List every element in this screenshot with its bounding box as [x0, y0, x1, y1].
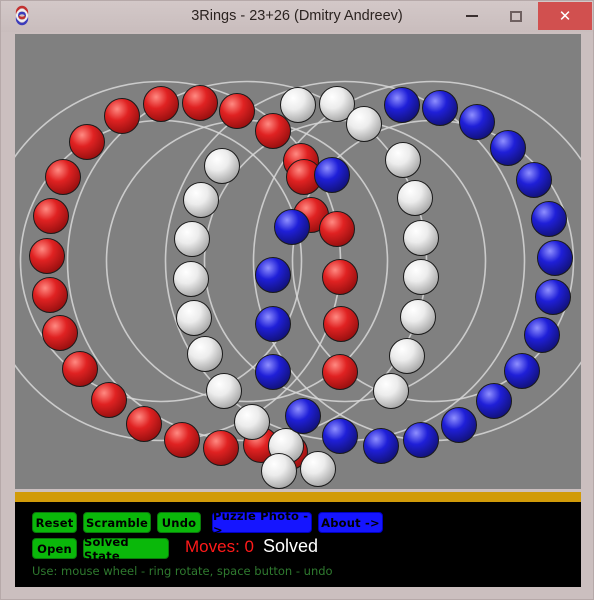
bead[interactable] — [274, 209, 310, 245]
bead[interactable] — [385, 142, 421, 178]
bead[interactable] — [126, 406, 162, 442]
bead[interactable] — [322, 418, 358, 454]
bead[interactable] — [255, 306, 291, 342]
bead[interactable] — [183, 182, 219, 218]
bead[interactable] — [400, 299, 436, 335]
bead[interactable] — [261, 453, 297, 489]
bead[interactable] — [255, 113, 291, 149]
bead[interactable] — [403, 259, 439, 295]
bead[interactable] — [206, 373, 242, 409]
bead[interactable] — [524, 317, 560, 353]
toolbar-row-secondary: Moves: 0 Solved Open Solved State — [15, 535, 581, 563]
bead[interactable] — [403, 220, 439, 256]
reset-button[interactable]: Reset — [32, 512, 77, 533]
bead[interactable] — [363, 428, 399, 464]
bead[interactable] — [397, 180, 433, 216]
moves-counter: Moves: 0 — [185, 537, 254, 557]
bead[interactable] — [459, 104, 495, 140]
bead[interactable] — [255, 257, 291, 293]
puzzle-photo-button[interactable]: Puzzle Photo -> — [212, 509, 312, 537]
bead[interactable] — [29, 238, 65, 274]
bead[interactable] — [516, 162, 552, 198]
scramble-button[interactable]: Scramble — [83, 512, 151, 533]
bead[interactable] — [219, 93, 255, 129]
toolbar-row-hint: Use: mouse wheel - ring rotate, space bu… — [15, 564, 581, 584]
bead[interactable] — [490, 130, 526, 166]
bead[interactable] — [42, 315, 78, 351]
bead[interactable] — [62, 351, 98, 387]
hint-text: Use: mouse wheel - ring rotate, space bu… — [32, 564, 333, 578]
moves-value: 0 — [244, 537, 254, 556]
bead[interactable] — [300, 451, 336, 487]
solved-state-button[interactable]: Solved State — [83, 535, 169, 563]
maximize-icon — [510, 10, 522, 22]
bead[interactable] — [182, 85, 218, 121]
separator-bar — [15, 492, 581, 502]
bead[interactable] — [32, 277, 68, 313]
bead[interactable] — [504, 353, 540, 389]
close-button[interactable]: ✕ — [538, 2, 592, 30]
control-panel: Reset Scramble Undo Puzzle Photo -> About ->… — [15, 502, 581, 587]
bead[interactable] — [373, 373, 409, 409]
about-button[interactable]: About -> — [318, 512, 383, 533]
bead[interactable] — [204, 148, 240, 184]
bead[interactable] — [422, 90, 458, 126]
bead[interactable] — [45, 159, 81, 195]
bead[interactable] — [173, 261, 209, 297]
three-rings-puzzle[interactable] — [15, 34, 581, 489]
bead[interactable] — [319, 211, 355, 247]
bead[interactable] — [322, 354, 358, 390]
bead[interactable] — [143, 86, 179, 122]
bead[interactable] — [323, 306, 359, 342]
bead[interactable] — [104, 98, 140, 134]
bead[interactable] — [535, 279, 571, 315]
bead[interactable] — [255, 354, 291, 390]
bead[interactable] — [280, 87, 316, 123]
bead[interactable] — [389, 338, 425, 374]
open-button[interactable]: Open — [32, 538, 77, 559]
bead[interactable] — [187, 336, 223, 372]
bead[interactable] — [531, 201, 567, 237]
bead[interactable] — [285, 398, 321, 434]
status-badge: Solved — [263, 536, 319, 556]
bead-layer[interactable] — [29, 85, 573, 489]
bead[interactable] — [384, 87, 420, 123]
close-icon: ✕ — [558, 8, 572, 25]
bead[interactable] — [174, 221, 210, 257]
minimize-icon — [466, 15, 478, 17]
bead[interactable] — [33, 198, 69, 234]
bead[interactable] — [322, 259, 358, 295]
bead[interactable] — [203, 430, 239, 466]
bead[interactable] — [164, 422, 200, 458]
bead[interactable] — [314, 157, 350, 193]
minimize-button[interactable] — [450, 2, 494, 30]
bead[interactable] — [346, 106, 382, 142]
title-bar[interactable]: 3Rings - 23+26 (Dmitry Andreev) ✕ — [1, 1, 593, 32]
bead[interactable] — [441, 407, 477, 443]
bead[interactable] — [176, 300, 212, 336]
bead[interactable] — [537, 240, 573, 276]
bead[interactable] — [403, 422, 439, 458]
puzzle-canvas[interactable] — [15, 34, 581, 489]
bead[interactable] — [91, 382, 127, 418]
bead[interactable] — [476, 383, 512, 419]
maximize-button[interactable] — [494, 2, 538, 30]
toolbar-row-primary: Reset Scramble Undo Puzzle Photo -> About -> — [15, 509, 581, 537]
moves-label-text: Moves: — [185, 537, 240, 556]
bead[interactable] — [69, 124, 105, 160]
app-window: 3Rings - 23+26 (Dmitry Andreev) ✕ Reset S… — [0, 0, 594, 600]
undo-button[interactable]: Undo — [157, 512, 201, 533]
bead[interactable] — [234, 404, 270, 440]
